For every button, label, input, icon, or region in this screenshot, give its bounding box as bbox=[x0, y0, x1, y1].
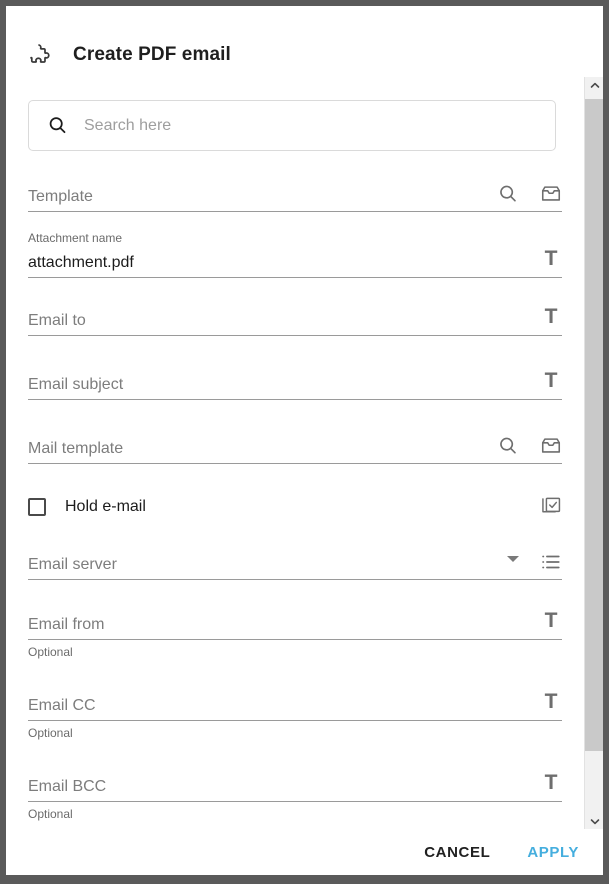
create-pdf-email-dialog: Create PDF email Search here Template At… bbox=[6, 6, 603, 875]
field-email-from: Email from T Optional bbox=[28, 610, 562, 660]
scrollbar-thumb[interactable] bbox=[585, 99, 603, 751]
inbox-tray-icon[interactable] bbox=[540, 183, 562, 205]
hold-email-row[interactable]: Hold e-mail bbox=[28, 492, 562, 522]
field-template-actions bbox=[497, 183, 562, 206]
inbox-tray-icon[interactable] bbox=[540, 435, 562, 457]
field-email-to: Email to T bbox=[28, 306, 562, 336]
list-icon[interactable] bbox=[540, 551, 562, 573]
text-t-icon[interactable]: T bbox=[540, 772, 562, 795]
field-attachment-name: Attachment name attachment.pdf T bbox=[28, 230, 562, 278]
field-email-subject: Email subject T bbox=[28, 370, 562, 400]
field-email-cc: Email CC T Optional bbox=[28, 691, 562, 741]
search-icon[interactable] bbox=[497, 183, 519, 205]
form-fields: Template Attachment name attachment.pdf … bbox=[6, 151, 584, 822]
field-template-line[interactable]: Template bbox=[28, 182, 562, 212]
search-box[interactable] bbox=[28, 100, 556, 151]
field-email-subject-actions: T bbox=[540, 370, 562, 394]
field-mail-template-label: Mail template bbox=[28, 440, 124, 457]
field-email-server-actions bbox=[507, 551, 562, 574]
text-t-icon[interactable]: T bbox=[540, 691, 562, 714]
text-t-icon[interactable]: T bbox=[540, 610, 562, 633]
cancel-button[interactable]: CANCEL bbox=[422, 840, 492, 865]
search-icon[interactable] bbox=[497, 435, 519, 457]
field-email-bcc-line[interactable]: Email BCC T bbox=[28, 772, 562, 802]
field-email-bcc-label: Email BCC bbox=[28, 778, 107, 795]
window-frame: Create PDF email Search here Template At… bbox=[0, 0, 609, 884]
field-email-cc-label: Email CC bbox=[28, 697, 96, 714]
field-attachment-name-actions: T bbox=[540, 248, 562, 272]
dialog-footer: CANCEL APPLY bbox=[6, 829, 603, 875]
field-email-from-line[interactable]: Email from T bbox=[28, 610, 562, 640]
field-email-to-label: Email to bbox=[28, 312, 86, 329]
field-email-bcc-actions: T bbox=[540, 772, 562, 796]
field-attachment-name-value[interactable]: attachment.pdf bbox=[28, 253, 540, 272]
text-t-icon[interactable]: T bbox=[540, 370, 562, 393]
scrollbar-down-button[interactable] bbox=[585, 813, 603, 829]
dialog-header: Create PDF email bbox=[6, 6, 603, 77]
field-email-cc-helper: Optional bbox=[28, 726, 73, 740]
page-title: Create PDF email bbox=[73, 43, 231, 65]
search-icon bbox=[47, 115, 68, 136]
text-t-icon[interactable]: T bbox=[540, 248, 562, 271]
text-t-icon[interactable]: T bbox=[540, 306, 562, 329]
hold-email-label: Hold e-mail bbox=[65, 498, 146, 515]
field-email-subject-line[interactable]: Email subject T bbox=[28, 370, 562, 400]
field-email-server-line[interactable]: Email server bbox=[28, 550, 562, 580]
field-email-from-label: Email from bbox=[28, 616, 105, 633]
field-email-from-helper: Optional bbox=[28, 645, 73, 659]
field-email-server: Email server bbox=[28, 550, 562, 580]
field-email-cc-actions: T bbox=[540, 691, 562, 715]
chevron-down-icon[interactable] bbox=[507, 556, 519, 562]
field-email-bcc-helper: Optional bbox=[28, 807, 73, 821]
field-mail-template: Mail template bbox=[28, 434, 562, 464]
dialog-scroll-area: Template bbox=[6, 77, 603, 829]
field-email-to-actions: T bbox=[540, 306, 562, 330]
field-mail-template-line[interactable]: Mail template bbox=[28, 434, 562, 464]
field-email-server-label: Email server bbox=[28, 556, 117, 573]
apply-button[interactable]: APPLY bbox=[525, 840, 581, 865]
field-template-label: Template bbox=[28, 188, 93, 205]
field-email-to-line[interactable]: Email to T bbox=[28, 306, 562, 336]
field-mail-template-actions bbox=[497, 435, 562, 458]
vertical-scrollbar[interactable] bbox=[584, 77, 603, 829]
checkbox-copy-icon[interactable] bbox=[540, 496, 562, 518]
search-input[interactable] bbox=[84, 116, 524, 135]
scrollbar-up-button[interactable] bbox=[585, 77, 603, 93]
hold-email-checkbox[interactable] bbox=[28, 498, 46, 516]
puzzle-piece-icon bbox=[28, 42, 54, 68]
field-email-bcc: Email BCC T Optional bbox=[28, 772, 562, 822]
field-email-subject-label: Email subject bbox=[28, 376, 124, 393]
field-template: Template bbox=[28, 182, 562, 212]
field-email-cc-line[interactable]: Email CC T bbox=[28, 691, 562, 721]
field-email-from-actions: T bbox=[540, 610, 562, 634]
field-attachment-name-sublabel: Attachment name bbox=[28, 231, 123, 245]
field-attachment-name-line[interactable]: attachment.pdf T bbox=[28, 248, 562, 278]
